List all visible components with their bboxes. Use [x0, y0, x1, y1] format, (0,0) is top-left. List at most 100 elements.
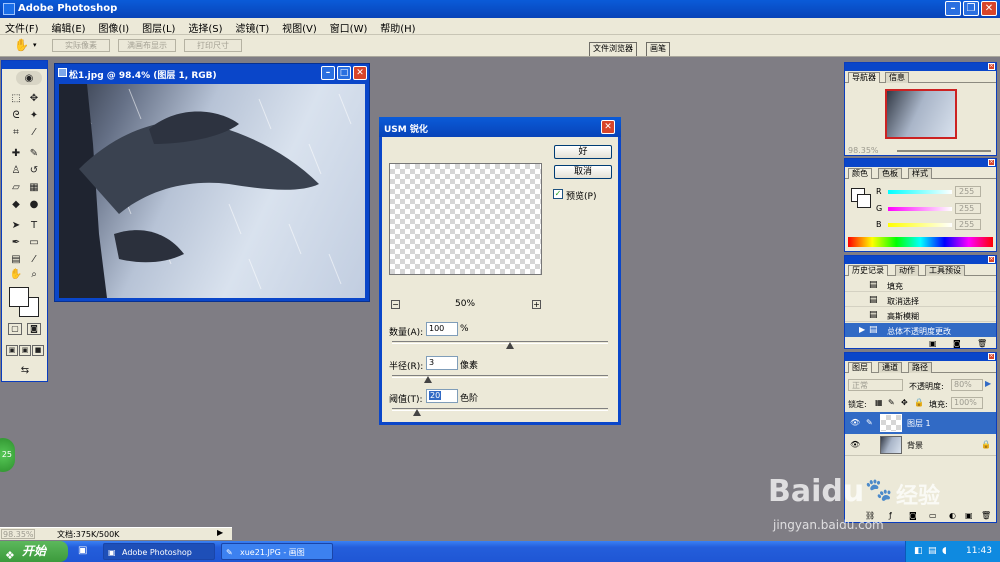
color-close-icon[interactable]: ×: [988, 159, 995, 166]
crop-icon[interactable]: ⌗: [8, 125, 24, 140]
menu-view[interactable]: 视图(V): [277, 18, 322, 35]
lock-position-icon[interactable]: ✥: [901, 398, 908, 407]
navigator-zoom-slider[interactable]: [897, 150, 991, 152]
document-titlebar[interactable]: 松1.jpg @ 98.4% (图层 1, RGB) – □ ✕: [55, 64, 369, 82]
lasso-icon[interactable]: ᘓ: [8, 108, 24, 123]
foreground-color-swatch-top[interactable]: [9, 287, 29, 307]
type-icon[interactable]: T: [26, 218, 42, 233]
doc-maximize-icon[interactable]: □: [337, 66, 351, 80]
new-snapshot-icon[interactable]: ◙: [953, 339, 961, 348]
b-value[interactable]: 255: [955, 219, 981, 230]
quick-mask-icon[interactable]: ◙: [27, 323, 41, 335]
screen-mode-menubar-icon[interactable]: ▣: [19, 345, 31, 356]
g-slider[interactable]: [888, 207, 952, 211]
lock-transparency-icon[interactable]: ▦: [875, 398, 883, 407]
tray-volume-icon[interactable]: ◖: [942, 541, 947, 562]
menu-edit[interactable]: 编辑(E): [46, 18, 90, 35]
magic-wand-icon[interactable]: ✦: [26, 108, 42, 123]
b-slider[interactable]: [888, 223, 952, 227]
zoom-in-icon[interactable]: +: [532, 300, 541, 309]
doc-minimize-icon[interactable]: –: [321, 66, 335, 80]
rectangle-icon[interactable]: ▭: [26, 235, 42, 250]
slice-icon[interactable]: ⁄: [26, 125, 42, 140]
tray-clock[interactable]: 11:43: [966, 541, 992, 562]
history-panel-header[interactable]: ×: [845, 256, 996, 264]
opacity-arrow-icon[interactable]: ▶: [985, 379, 991, 388]
start-button[interactable]: ❖ 开始: [0, 541, 68, 562]
tab-swatches[interactable]: 色板: [878, 168, 902, 179]
history-delete-icon[interactable]: 🗑: [977, 339, 987, 348]
doc-close-icon[interactable]: ✕: [353, 66, 367, 80]
preview-checkbox[interactable]: ✓: [553, 189, 563, 199]
layer-name[interactable]: 背景: [907, 440, 923, 451]
close-icon[interactable]: ✕: [981, 1, 997, 16]
radius-slider-thumb[interactable]: [424, 376, 432, 383]
tray-network-icon[interactable]: ◧: [914, 541, 923, 562]
menu-filter[interactable]: 滤镜(T): [230, 18, 274, 35]
image-canvas[interactable]: [59, 84, 365, 298]
screen-mode-full-icon[interactable]: ■: [32, 345, 44, 356]
layers-panel-header[interactable]: ×: [845, 353, 996, 361]
menu-window[interactable]: 窗口(W): [325, 18, 373, 35]
standard-mode-icon[interactable]: ▢: [8, 323, 22, 335]
move-icon[interactable]: ✥: [26, 91, 42, 106]
tab-actions[interactable]: 动作: [895, 265, 919, 276]
task-paint[interactable]: ✎ xue21.JPG - 画图: [221, 543, 333, 560]
blur-icon[interactable]: ◆: [8, 197, 24, 212]
restore-icon[interactable]: ❐: [963, 1, 979, 16]
new-document-icon[interactable]: ▣: [929, 339, 937, 348]
layer-row-active[interactable]: 👁 ✎ 图层 1: [845, 412, 996, 434]
tab-layers[interactable]: 图层: [848, 362, 872, 373]
ok-button[interactable]: 好: [554, 145, 612, 159]
menu-select[interactable]: 选择(S): [183, 18, 227, 35]
tab-color[interactable]: 颜色: [848, 168, 872, 179]
history-brush-icon[interactable]: ↺: [26, 163, 42, 178]
show-desktop-icon[interactable]: ▣: [78, 545, 87, 556]
tool-preset-dropdown-icon[interactable]: ▾: [33, 41, 37, 49]
jump-to-imageready-icon[interactable]: ⇆: [12, 364, 38, 377]
brushes-tab[interactable]: 画笔: [646, 42, 670, 56]
opacity-input[interactable]: 80%: [951, 379, 983, 391]
screen-mode-standard-icon[interactable]: ▣: [6, 345, 18, 356]
amount-slider-track[interactable]: [392, 341, 608, 344]
menu-help[interactable]: 帮助(H): [375, 18, 420, 35]
tab-navigator[interactable]: 导航器: [848, 72, 880, 83]
fill-input[interactable]: 100%: [951, 397, 983, 409]
cancel-button[interactable]: 取消: [554, 165, 612, 179]
gradient-icon[interactable]: ▦: [26, 180, 42, 195]
floating-badge[interactable]: 25: [0, 438, 15, 472]
eraser-icon[interactable]: ▱: [8, 180, 24, 195]
print-size-button[interactable]: 打印尺寸: [184, 39, 242, 52]
lock-all-icon[interactable]: 🔒: [914, 398, 924, 407]
file-browser-tab[interactable]: 文件浏览器: [589, 42, 637, 56]
actual-pixels-button[interactable]: 实际像素: [52, 39, 110, 52]
history-item[interactable]: ▤ 高斯模糊: [845, 308, 996, 322]
status-zoom[interactable]: 98.35%: [1, 529, 35, 539]
notes-icon[interactable]: ▤: [8, 252, 24, 267]
threshold-slider-thumb[interactable]: [413, 409, 421, 416]
menu-file[interactable]: 文件(F): [0, 18, 44, 35]
threshold-input[interactable]: 20: [426, 389, 458, 403]
navigator-thumbnail[interactable]: [885, 89, 957, 139]
color-panel-header[interactable]: ×: [845, 159, 996, 167]
healing-brush-icon[interactable]: ✚: [8, 146, 24, 161]
hand-tool-icon[interactable]: ✋: [14, 38, 29, 52]
navigator-panel-header[interactable]: ×: [845, 63, 996, 71]
history-item-active[interactable]: ▶ ▤ 总体不透明度更改: [845, 323, 996, 337]
tray-ime-icon[interactable]: ▤: [928, 541, 937, 562]
pen-icon[interactable]: ✒: [8, 235, 24, 250]
layer-brush-link-icon[interactable]: ✎: [866, 418, 873, 427]
blend-mode-select[interactable]: 正常: [848, 379, 903, 391]
threshold-slider-track[interactable]: [392, 408, 608, 411]
marquee-icon[interactable]: ⬚: [8, 91, 24, 106]
dialog-close-icon[interactable]: ✕: [601, 120, 615, 134]
history-item[interactable]: ▤ 取消选择: [845, 293, 996, 307]
filter-preview[interactable]: [389, 163, 542, 275]
tab-info[interactable]: 信息: [885, 72, 909, 83]
layers-close-icon[interactable]: ×: [988, 353, 995, 360]
navigator-close-icon[interactable]: ×: [988, 63, 995, 70]
color-bg-swatch[interactable]: [857, 194, 871, 208]
task-photoshop[interactable]: ▣ Adobe Photoshop: [103, 543, 215, 560]
clone-stamp-icon[interactable]: ♙: [8, 163, 24, 178]
lock-image-icon[interactable]: ✎: [888, 398, 895, 407]
